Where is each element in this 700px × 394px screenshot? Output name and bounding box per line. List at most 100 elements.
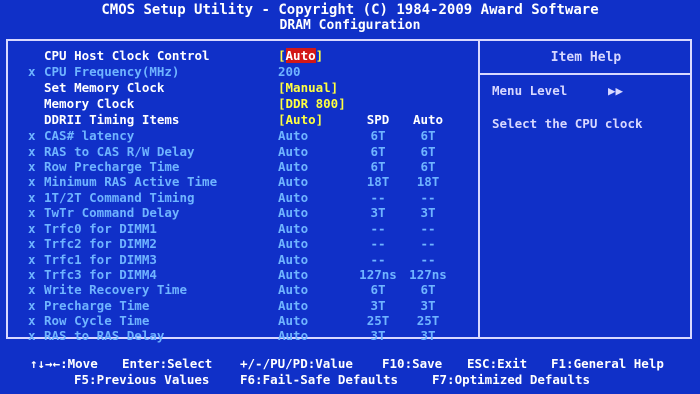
setting-value[interactable]: Auto: [278, 282, 308, 297]
setting-row[interactable]: x Trfc0 for DIMM1 Auto -- --: [0, 221, 470, 236]
setting-value[interactable]: Auto: [278, 128, 308, 143]
locked-marker-icon: x: [28, 190, 36, 205]
locked-marker-icon: x: [28, 64, 36, 79]
setting-value[interactable]: Auto: [278, 144, 308, 159]
locked-marker-icon: x: [28, 205, 36, 220]
auto-value: 6T: [420, 159, 436, 174]
setting-row[interactable]: Set Memory Clock [Manual]: [0, 80, 470, 95]
footer-key-hint: F5:Previous Values: [74, 372, 210, 387]
locked-marker-icon: x: [28, 282, 36, 297]
auto-value: 18T: [416, 174, 440, 189]
setting-label: Precharge Time: [44, 298, 150, 313]
menu-level-label: Menu Level: [492, 83, 568, 98]
footer-key-hint: F7:Optimized Defaults: [432, 372, 591, 387]
spd-value: SPD: [366, 112, 390, 127]
locked-marker-icon: x: [28, 313, 36, 328]
panel-divider: [478, 39, 480, 339]
setting-value[interactable]: Auto: [278, 221, 308, 236]
setting-row[interactable]: x CPU Frequency(MHz) 200: [0, 64, 470, 79]
setting-label: Trfc3 for DIMM4: [44, 267, 157, 282]
auto-value: --: [420, 221, 436, 236]
setting-label: 1T/2T Command Timing: [44, 190, 195, 205]
help-separator: [480, 73, 692, 75]
spd-value: --: [370, 221, 386, 236]
page-title: DRAM Configuration: [279, 18, 421, 33]
footer-key-hint: ESC:Exit: [467, 356, 528, 371]
help-text: Select the CPU clock: [492, 116, 643, 131]
spd-value: 3T: [370, 328, 386, 343]
setting-row[interactable]: x Minimum RAS Active Time Auto 18T 18T: [0, 174, 470, 189]
locked-marker-icon: x: [28, 252, 36, 267]
setting-value[interactable]: [DDR 800]: [278, 96, 346, 111]
setting-row[interactable]: x Row Precharge Time Auto 6T 6T: [0, 159, 470, 174]
bios-title: CMOS Setup Utility - Copyright (C) 1984-…: [101, 2, 599, 18]
spd-value: 3T: [370, 298, 386, 313]
setting-value[interactable]: Auto: [278, 298, 308, 313]
setting-value[interactable]: Auto: [278, 328, 308, 343]
setting-value[interactable]: Auto: [278, 236, 308, 251]
spd-value: 6T: [370, 159, 386, 174]
auto-value: Auto: [412, 112, 444, 127]
setting-label: Memory Clock: [44, 96, 135, 111]
locked-marker-icon: x: [28, 328, 36, 343]
footer-key-hint: Enter:Select: [122, 356, 213, 371]
item-help-title: Item Help: [550, 50, 622, 65]
locked-marker-icon: x: [28, 144, 36, 159]
setting-label: Row Cycle Time: [44, 313, 150, 328]
setting-row[interactable]: x Row Cycle Time Auto 25T 25T: [0, 313, 470, 328]
setting-value[interactable]: 200: [278, 64, 301, 79]
setting-label: CPU Frequency(MHz): [44, 64, 180, 79]
spd-value: 127ns: [359, 267, 397, 282]
setting-row[interactable]: x Precharge Time Auto 3T 3T: [0, 298, 470, 313]
setting-value[interactable]: Auto: [278, 252, 308, 267]
setting-label: RAS to CAS R/W Delay: [44, 144, 195, 159]
auto-value: 6T: [420, 282, 436, 297]
setting-value[interactable]: [Manual]: [278, 80, 338, 95]
setting-label: CPU Host Clock Control: [44, 48, 210, 63]
setting-row[interactable]: Memory Clock [DDR 800]: [0, 96, 470, 111]
setting-value[interactable]: Auto: [278, 174, 308, 189]
auto-value: --: [420, 190, 436, 205]
setting-value[interactable]: [Auto]: [278, 112, 323, 127]
locked-marker-icon: x: [28, 128, 36, 143]
spd-value: 18T: [366, 174, 390, 189]
setting-row[interactable]: x Trfc1 for DIMM3 Auto -- --: [0, 252, 470, 267]
setting-row[interactable]: CPU Host Clock Control [Auto]: [0, 48, 470, 63]
spd-value: 6T: [370, 128, 386, 143]
spd-value: --: [370, 236, 386, 251]
auto-value: 25T: [416, 313, 440, 328]
setting-row[interactable]: x RAS to CAS R/W Delay Auto 6T 6T: [0, 144, 470, 159]
setting-row[interactable]: x CAS# latency Auto 6T 6T: [0, 128, 470, 143]
setting-value[interactable]: Auto: [278, 205, 308, 220]
auto-value: 3T: [420, 328, 436, 343]
setting-label: Trfc0 for DIMM1: [44, 221, 157, 236]
spd-value: 6T: [370, 282, 386, 297]
setting-row[interactable]: DDRII Timing Items [Auto] SPD Auto: [0, 112, 470, 127]
setting-row[interactable]: x 1T/2T Command Timing Auto -- --: [0, 190, 470, 205]
setting-value[interactable]: Auto: [278, 267, 308, 282]
spd-value: 3T: [370, 205, 386, 220]
setting-label: Minimum RAS Active Time: [44, 174, 218, 189]
auto-value: --: [420, 236, 436, 251]
setting-value[interactable]: Auto: [278, 159, 308, 174]
setting-label: Row Precharge Time: [44, 159, 180, 174]
spd-value: --: [370, 190, 386, 205]
auto-value: 3T: [420, 298, 436, 313]
setting-row[interactable]: x Write Recovery Time Auto 6T 6T: [0, 282, 470, 297]
setting-label: Trfc2 for DIMM2: [44, 236, 157, 251]
auto-value: --: [420, 252, 436, 267]
locked-marker-icon: x: [28, 298, 36, 313]
setting-row[interactable]: x Trfc3 for DIMM4 Auto 127ns 127ns: [0, 267, 470, 282]
setting-label: Set Memory Clock: [44, 80, 165, 95]
menu-level-arrows-icon: ▶▶: [608, 83, 624, 98]
setting-row[interactable]: x Trfc2 for DIMM2 Auto -- --: [0, 236, 470, 251]
setting-row[interactable]: x RAS to RAS Delay Auto 3T 3T: [0, 328, 470, 343]
spd-value: --: [370, 252, 386, 267]
footer-key-hint: F1:General Help: [551, 356, 664, 371]
setting-value[interactable]: Auto: [278, 313, 308, 328]
footer-key-hint: +/-/PU/PD:Value: [240, 356, 353, 371]
setting-row[interactable]: x TwTr Command Delay Auto 3T 3T: [0, 205, 470, 220]
setting-value[interactable]: Auto: [278, 190, 308, 205]
locked-marker-icon: x: [28, 267, 36, 282]
setting-value-selected[interactable]: [Auto]: [278, 48, 323, 63]
